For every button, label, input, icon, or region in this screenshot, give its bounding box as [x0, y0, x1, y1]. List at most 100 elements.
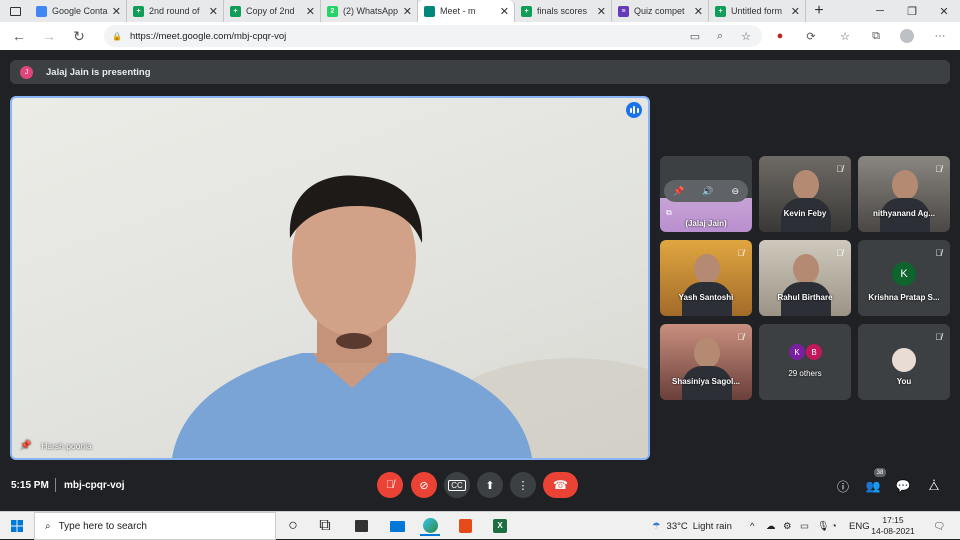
tab-title: (2) WhatsApp	[343, 6, 399, 16]
weather-desc: Light rain	[692, 520, 732, 532]
tab-actions-icon[interactable]	[0, 0, 30, 22]
participant-tile[interactable]: 🎙̸ nithyanand Ag...	[858, 156, 950, 232]
present-button[interactable]: ⬆	[477, 472, 503, 498]
participant-name: You	[896, 377, 912, 386]
more-options-button[interactable]: ⋮	[510, 472, 536, 498]
chat-icon[interactable]: 💬	[894, 477, 912, 495]
back-arrow-icon[interactable]: ←	[4, 28, 34, 44]
extension-refresh-icon[interactable]: ⟳	[803, 28, 819, 44]
participant-tile[interactable]: 🎙̸ Shasiniya Sagol...	[660, 324, 752, 400]
browser-tab[interactable]: + finals scores ✕	[515, 0, 612, 22]
mic-off-icon: 🎙̸	[385, 479, 395, 491]
favorites-icon[interactable]: ☆	[837, 28, 853, 44]
divider	[55, 478, 56, 492]
collections-icon[interactable]: ⧉	[868, 28, 884, 44]
tab-close-icon[interactable]: ✕	[403, 5, 412, 18]
battery-icon[interactable]: ▭	[800, 512, 809, 540]
minimize-icon[interactable]: ─	[865, 0, 895, 22]
close-window-icon[interactable]: ✕	[929, 0, 959, 22]
participant-video-silhouette	[793, 254, 819, 284]
participant-tile[interactable]: 📌 🔊 ⊖ ⧉ (Jalaj Jain)	[660, 156, 752, 232]
participant-tile[interactable]: 🎙̸ You	[858, 324, 950, 400]
volume-icon[interactable]: 🔊	[702, 186, 713, 197]
hang-up-icon: ☎	[553, 478, 568, 492]
participant-video-silhouette	[892, 170, 918, 200]
camera-icon[interactable]: ▭	[687, 28, 703, 44]
url-field[interactable]: 🔒 https://meet.google.com/mbj-cpqr-voj	[104, 25, 762, 47]
mic-off-button[interactable]: 🎙̸	[377, 472, 403, 498]
url-text: https://meet.google.com/mbj-cpqr-voj	[129, 30, 287, 42]
participant-tile[interactable]: 🎙̸ Kevin Feby	[759, 156, 851, 232]
camera-off-button[interactable]: ⊘	[411, 472, 437, 498]
favorite-star-icon[interactable]: ☆	[738, 28, 754, 44]
tab-close-icon[interactable]: ✕	[597, 5, 606, 18]
notifications-icon[interactable]: 🗨	[933, 512, 945, 540]
browser-tab[interactable]: Meet - m ✕	[418, 0, 515, 22]
browser-tab[interactable]: ≡ Quiz compet ✕	[612, 0, 709, 22]
tab-favicon-icon: +	[230, 5, 241, 17]
muted-mic-icon: 🎙̸	[935, 332, 942, 342]
tab-close-icon[interactable]: ✕	[306, 5, 315, 18]
participant-tile[interactable]: 🎙̸ Rahul Birthare	[759, 240, 851, 316]
pin-icon[interactable]: 📌	[673, 186, 684, 197]
leave-call-button[interactable]: ☎	[543, 472, 578, 498]
participant-tile[interactable]: K 🎙̸ Krishna Pratap S...	[858, 240, 950, 316]
tab-title: 2nd round of	[149, 6, 200, 16]
clock[interactable]: 17:15 14-08-2021	[870, 512, 916, 540]
participant-name: nithyanand Ag...	[873, 209, 935, 218]
zoom-icon[interactable]: ⌕	[712, 28, 728, 44]
mail-icon[interactable]	[388, 516, 406, 536]
tab-close-icon[interactable]: ✕	[209, 5, 218, 18]
tab-close-icon[interactable]: ✕	[791, 5, 800, 18]
participant-tile[interactable]: 🎙̸ Yash Santoshi	[660, 240, 752, 316]
muted-mic-icon: 🎙̸	[836, 164, 843, 174]
browser-tab[interactable]: + Copy of 2nd ✕	[224, 0, 321, 22]
more-menu-icon[interactable]: ···	[932, 28, 948, 44]
taskbar-search-box[interactable]: ⌕ Type here to search	[34, 512, 276, 540]
participant-tile[interactable]: K B 29 others	[759, 324, 851, 400]
weather-widget[interactable]: ☂ 33°C Light rain	[652, 512, 732, 540]
show-hidden-icons[interactable]: ^	[750, 512, 754, 540]
captions-button[interactable]: CC	[444, 472, 470, 498]
meeting-info-icon[interactable]: ⓘ	[834, 477, 852, 495]
store-icon[interactable]	[352, 516, 370, 536]
profile-avatar[interactable]	[899, 28, 915, 44]
windows-start-icon[interactable]	[8, 516, 26, 536]
muted-mic-icon: 🎙̸	[935, 164, 942, 174]
cortana-icon[interactable]: ○	[284, 516, 302, 536]
task-view-icon[interactable]: ⧉	[316, 516, 334, 536]
activities-icon[interactable]: ⧊	[925, 477, 943, 495]
main-speaker-video[interactable]: 📌 Harsh poonia	[10, 96, 650, 460]
browser-tab[interactable]: + Untitled form ✕	[709, 0, 806, 22]
browser-tab[interactable]: Google Conta ✕	[30, 0, 127, 22]
restore-icon[interactable]: ❐	[897, 0, 927, 22]
language-indicator[interactable]: ENG	[849, 512, 870, 540]
self-avatar	[892, 348, 916, 372]
captions-icon: CC	[448, 479, 466, 491]
reload-icon[interactable]: ↻	[64, 28, 94, 45]
new-tab-button[interactable]: +	[806, 2, 832, 20]
extension-mic-icon[interactable]: ●	[772, 28, 788, 44]
edge-icon[interactable]	[420, 516, 440, 536]
network-icon[interactable]: ◔	[831, 512, 837, 540]
participant-video-silhouette	[694, 338, 720, 368]
browser-tab[interactable]: +2nd round of ✕	[127, 0, 224, 22]
muted-mic-icon: 🎙̸	[737, 332, 744, 342]
tab-close-icon[interactable]: ✕	[500, 5, 509, 18]
microphone-tray-icon[interactable]: 🎙	[817, 512, 829, 540]
tab-close-icon[interactable]: ✕	[694, 5, 703, 18]
participant-avatar: K	[892, 262, 916, 286]
office-icon[interactable]	[456, 516, 474, 536]
browser-tab[interactable]: 2 (2) WhatsApp ✕	[321, 0, 418, 22]
forward-arrow-icon[interactable]: →	[34, 28, 64, 44]
onedrive-icon[interactable]: ☁	[766, 512, 776, 540]
people-icon[interactable]: 👥	[864, 477, 882, 495]
more-icon[interactable]: ⊖	[731, 186, 739, 197]
present-icon: ⬆	[485, 479, 495, 492]
main-speaker-label: 📌 Harsh poonia	[20, 440, 92, 451]
excel-icon[interactable]: X	[491, 516, 509, 536]
tab-close-icon[interactable]: ✕	[112, 5, 121, 18]
antivirus-icon[interactable]: ⚙	[783, 512, 792, 540]
tab-favicon-icon: +	[133, 5, 144, 17]
pin-icon[interactable]: 📌	[20, 440, 31, 451]
